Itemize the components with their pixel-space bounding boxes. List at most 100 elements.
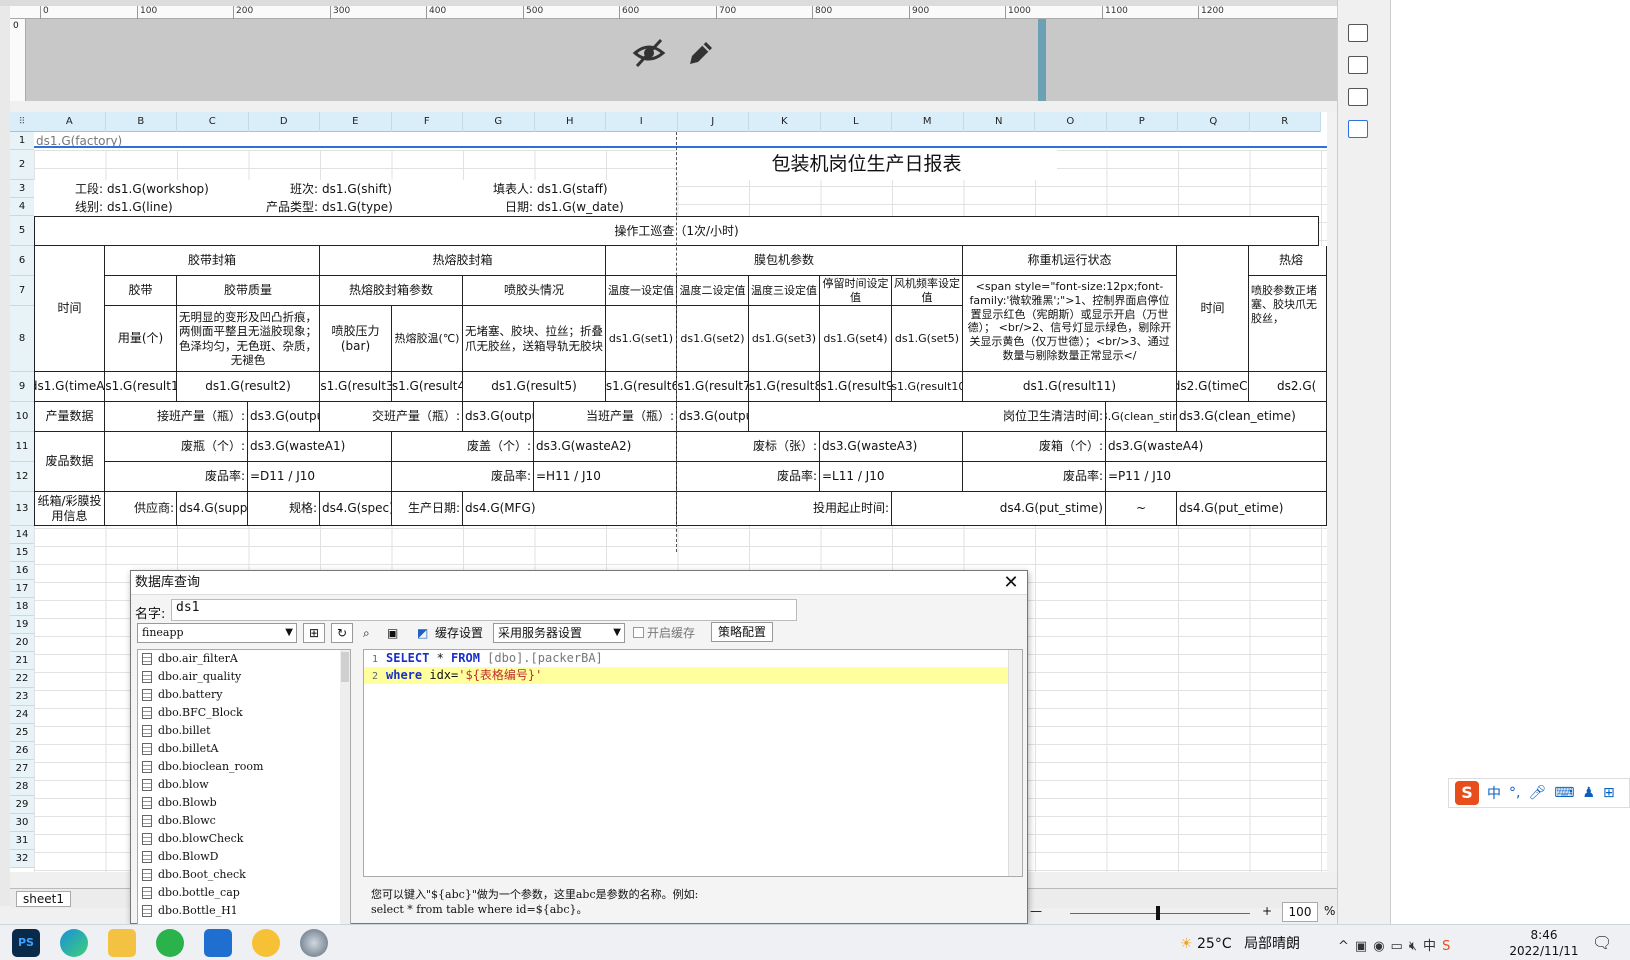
cell-handover-label[interactable]: 交班产量（瓶）:: [320, 402, 463, 432]
row-header[interactable]: 15: [10, 544, 34, 562]
row-header[interactable]: 27: [10, 760, 34, 778]
cell-result8[interactable]: ds1.G(result8): [749, 372, 820, 402]
notification-icon[interactable]: 🗨︎: [1592, 933, 1612, 952]
cell-waste-cap-label[interactable]: 废盖（个）:: [392, 432, 534, 462]
cell-outputA1[interactable]: ds3.G(outputA1): [248, 402, 320, 432]
cell-result3[interactable]: ds1.G(result3): [320, 372, 392, 402]
row-header[interactable]: 5: [10, 216, 34, 246]
cell-result1[interactable]: ds1.G(result1): [105, 372, 177, 402]
square-icon[interactable]: [1348, 24, 1368, 42]
cell-rate-label-2[interactable]: 废品率:: [392, 462, 534, 492]
list-item[interactable]: dbo.air_quality: [138, 668, 350, 686]
cell-put-etime[interactable]: ds4.G(put_etime): [1177, 492, 1327, 526]
cell-timeC[interactable]: ds2.G(timeC): [1177, 372, 1249, 402]
list-item[interactable]: dbo.Blowb: [138, 794, 350, 812]
column-header[interactable]: G: [463, 112, 535, 132]
column-header[interactable]: R: [1250, 112, 1321, 132]
wechat-icon[interactable]: [156, 929, 184, 957]
keyboard-icon[interactable]: ⌨: [1554, 785, 1574, 801]
list-item[interactable]: dbo.battery: [138, 686, 350, 704]
column-header[interactable]: D: [249, 112, 320, 132]
cell-rate2[interactable]: =H11 / J10: [534, 462, 677, 492]
row-header[interactable]: 32: [10, 850, 34, 868]
row-header[interactable]: 18: [10, 598, 34, 616]
cell-timeA[interactable]: ds1.G(timeA): [34, 372, 105, 402]
zoom-plus-button[interactable]: +: [1262, 904, 1272, 918]
column-header[interactable]: A: [34, 112, 106, 132]
weather-widget[interactable]: ☀ 25°C 局部晴朗: [1180, 933, 1300, 953]
preview-icon[interactable]: ⊞: [303, 623, 325, 643]
cell-waste-label-label[interactable]: 废标（张）:: [677, 432, 820, 462]
cell-wasteA4[interactable]: ds3.G(wasteA4): [1106, 432, 1327, 462]
disc-icon[interactable]: [300, 929, 328, 957]
row-header[interactable]: 8: [10, 306, 34, 372]
cell-report-title[interactable]: 包装机岗位生产日报表: [676, 150, 1057, 180]
list-item[interactable]: dbo.Bottle_H1: [138, 902, 350, 920]
app-icon[interactable]: [252, 929, 280, 957]
cell-staff[interactable]: ds1.G(staff): [535, 180, 676, 198]
cell-tape-quality[interactable]: 胶带质量: [177, 276, 320, 306]
cell-quality-desc[interactable]: 无明显的变形及凹凸折痕，两侧面平整且无溢胶现象；色泽均匀，无色斑、杂质，无褪色: [177, 306, 320, 372]
row-header[interactable]: 23: [10, 688, 34, 706]
cell-mfg[interactable]: ds4.G(MFG): [463, 492, 677, 526]
eye-hidden-icon[interactable]: [632, 36, 666, 70]
table-list[interactable]: dbo.air_filterA dbo.air_quality dbo.batt…: [137, 649, 351, 925]
cell-clean-etime[interactable]: ds3.G(clean_etime): [1177, 402, 1327, 432]
photoshop-icon[interactable]: PS: [12, 929, 40, 957]
cell-tape-box[interactable]: 胶带封箱: [105, 246, 320, 276]
column-header[interactable]: H: [535, 112, 606, 132]
column-header[interactable]: N: [964, 112, 1035, 132]
cell-temp1[interactable]: 温度一设定值: [606, 276, 677, 306]
cell-staff-label[interactable]: 填表人:: [463, 180, 535, 198]
cell-nozzle-desc[interactable]: 无堵塞、胶块、拉丝；折叠爪无胶丝，送箱导轨无胶块: [463, 306, 606, 372]
cell-rate3[interactable]: =L11 / J10: [820, 462, 963, 492]
column-header[interactable]: K: [749, 112, 821, 132]
sql-editor[interactable]: 1 SELECT * FROM [dbo].[packerBA] 2 where i…: [363, 649, 1023, 877]
row-header[interactable]: 22: [10, 670, 34, 688]
cell-set3[interactable]: ds1.G(set3): [749, 306, 820, 372]
finereport-icon[interactable]: [204, 929, 232, 957]
database-select[interactable]: fineapp ▼: [137, 623, 297, 643]
row-header[interactable]: 12: [10, 462, 34, 492]
cell-hot-melt-params[interactable]: 热熔胶封箱参数: [320, 276, 463, 306]
cell-clean-time-label[interactable]: 岗位卫生清洁时间:: [749, 402, 1106, 432]
refresh-icon[interactable]: ↻: [331, 623, 353, 643]
cell-nozzle[interactable]: 喷胶头情况: [463, 276, 606, 306]
column-header[interactable]: M: [892, 112, 964, 132]
cell-weigher[interactable]: 称重机运行状态: [963, 246, 1177, 276]
edge-icon[interactable]: [60, 929, 88, 957]
cell-film-params[interactable]: 膜包机参数: [606, 246, 963, 276]
folder-icon[interactable]: [108, 929, 136, 957]
tray-icon[interactable]: ▣: [1355, 939, 1373, 954]
cell-time-2[interactable]: 时间: [1177, 246, 1249, 372]
cell-result11[interactable]: ds1.G(result11): [963, 372, 1177, 402]
cell-clean-stime[interactable]: ds3.G(clean_stime): [1106, 402, 1177, 432]
cell-temp2[interactable]: 温度二设定值: [677, 276, 749, 306]
cell-shift-label[interactable]: 班次:: [248, 180, 320, 198]
row-header[interactable]: 24: [10, 706, 34, 724]
column-header[interactable]: Q: [1178, 112, 1250, 132]
cell-supplier[interactable]: ds4.G(supplier): [177, 492, 248, 526]
cell-mfg-label[interactable]: 生产日期:: [392, 492, 463, 526]
row-header[interactable]: 17: [10, 580, 34, 598]
cell-set4[interactable]: ds1.G(set4): [820, 306, 892, 372]
zoom-minus-button[interactable]: —: [1030, 904, 1042, 918]
column-header[interactable]: B: [106, 112, 177, 132]
row-header[interactable]: 11: [10, 432, 34, 462]
list-item[interactable]: dbo.BlowD: [138, 848, 350, 866]
list-item[interactable]: dbo.BFC_Block: [138, 704, 350, 722]
row-header[interactable]: 3: [10, 180, 34, 198]
row-header[interactable]: 30: [10, 814, 34, 832]
cell-outputA2[interactable]: ds3.G(outputA2): [463, 402, 534, 432]
sogou-icon[interactable]: S: [1455, 781, 1479, 805]
row-header[interactable]: 4: [10, 198, 34, 216]
cell-put-label[interactable]: 投用起止时间:: [677, 492, 892, 526]
cell-set5[interactable]: ds1.G(set5): [892, 306, 963, 372]
row-header[interactable]: 29: [10, 796, 34, 814]
zoom-slider-thumb[interactable]: [1156, 906, 1160, 920]
cell-spec-label[interactable]: 规格:: [248, 492, 320, 526]
sheet-vertical-scrollbar[interactable]: [1327, 112, 1337, 872]
cell-line-label[interactable]: 线别:: [34, 198, 105, 216]
cell-output-data[interactable]: 产量数据: [34, 402, 105, 432]
cell-current-label[interactable]: 当班产量（瓶）:: [534, 402, 677, 432]
